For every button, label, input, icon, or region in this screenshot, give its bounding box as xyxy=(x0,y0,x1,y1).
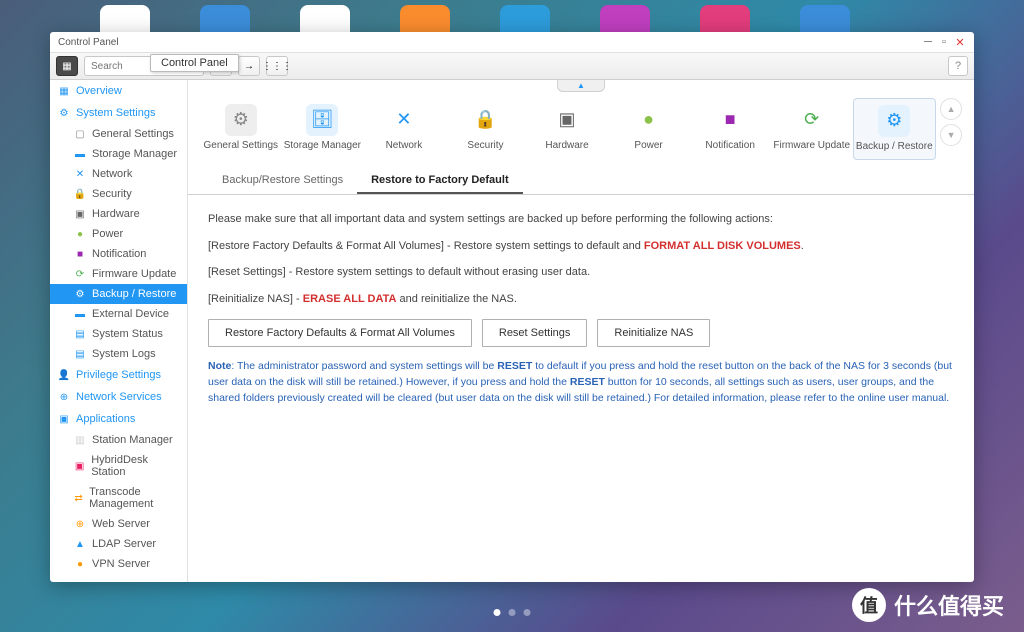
cat-security[interactable]: 🔒Security xyxy=(445,98,527,158)
cat-storage[interactable]: 🗄Storage Manager xyxy=(282,98,364,158)
window-title: Control Panel xyxy=(58,37,119,48)
backup-icon: ⚙ xyxy=(878,105,910,137)
grid-button[interactable]: ⋮⋮⋮ xyxy=(266,56,288,76)
globe-icon: ⊕ xyxy=(58,391,70,403)
reinitialize-desc: [Reinitialize NAS] - ERASE ALL DATA and … xyxy=(208,291,954,308)
sidebar: ▦Overview ⚙System Settings ▢General Sett… xyxy=(50,80,188,582)
sidebar-item-network[interactable]: ✕Network xyxy=(50,164,187,184)
reset-settings-button[interactable]: Reset Settings xyxy=(482,319,588,347)
watermark: 值 什么值得买 xyxy=(852,588,1004,622)
user-icon: 👤 xyxy=(58,369,70,381)
update-icon: ⟳ xyxy=(74,268,86,280)
sidebar-group-network-services[interactable]: ⊕Network Services xyxy=(50,386,187,408)
update-icon: ⟳ xyxy=(796,104,828,136)
tab-factory-default[interactable]: Restore to Factory Default xyxy=(357,168,523,194)
logs-icon: ▤ xyxy=(74,348,86,360)
scroll-down-button[interactable]: ▼ xyxy=(940,124,962,146)
restore-format-desc: [Restore Factory Defaults & Format All V… xyxy=(208,238,954,255)
sidebar-item-hardware[interactable]: ▣Hardware xyxy=(50,204,187,224)
cat-notification[interactable]: ■Notification xyxy=(689,98,771,158)
forward-button[interactable]: → xyxy=(238,56,260,76)
reset-settings-desc: [Reset Settings] - Restore system settin… xyxy=(208,264,954,281)
hardware-icon: ▣ xyxy=(551,104,583,136)
help-button[interactable]: ? xyxy=(948,56,968,76)
sidebar-item-station[interactable]: ▥Station Manager xyxy=(50,430,187,450)
notification-icon: ■ xyxy=(74,248,86,260)
sidebar-group-applications[interactable]: ▣Applications xyxy=(50,408,187,430)
hardware-icon: ▣ xyxy=(74,208,86,220)
sidebar-item-logs[interactable]: ▤System Logs xyxy=(50,344,187,364)
scroll-up-button[interactable]: ▲ xyxy=(940,98,962,120)
lock-icon: 🔒 xyxy=(74,188,86,200)
sidebar-item-transcode[interactable]: ⇄Transcode Management xyxy=(50,482,187,514)
note-text: Note: The administrator password and sys… xyxy=(208,359,954,406)
control-panel-window: Control Panel ─ ▫ ✕ Control Panel ▦ 🔍 ← … xyxy=(50,32,974,582)
tooltip: Control Panel xyxy=(150,54,239,72)
tab-backup-settings[interactable]: Backup/Restore Settings xyxy=(208,168,357,194)
category-row: ⚙General Settings 🗄Storage Manager ✕Netw… xyxy=(188,80,974,168)
storage-icon: ▬ xyxy=(74,148,86,160)
menu-button[interactable]: ▦ xyxy=(56,56,78,76)
watermark-logo: 值 xyxy=(852,588,886,622)
cat-firmware[interactable]: ⟳Firmware Update xyxy=(771,98,853,158)
maximize-icon[interactable]: ▫ xyxy=(938,36,950,48)
reinitialize-button[interactable]: Reinitialize NAS xyxy=(597,319,710,347)
device-icon: ▬ xyxy=(74,308,86,320)
sidebar-group-overview[interactable]: ▦Overview xyxy=(50,80,187,102)
web-icon: ⊕ xyxy=(74,518,86,530)
overview-icon: ▦ xyxy=(58,85,70,97)
storage-icon: 🗄 xyxy=(306,104,338,136)
sidebar-item-security[interactable]: 🔒Security xyxy=(50,184,187,204)
transcode-icon: ⇄ xyxy=(74,492,83,504)
sidebar-item-power[interactable]: ●Power xyxy=(50,224,187,244)
notification-icon: ■ xyxy=(714,104,746,136)
sidebar-item-storage[interactable]: ▬Storage Manager xyxy=(50,144,187,164)
cat-power[interactable]: ●Power xyxy=(608,98,690,158)
sidebar-item-hybriddesk[interactable]: ▣HybridDesk Station xyxy=(50,450,187,482)
hybrid-icon: ▣ xyxy=(74,460,85,472)
intro-text: Please make sure that all important data… xyxy=(208,211,954,228)
ldap-icon: ▲ xyxy=(74,538,86,550)
sidebar-item-ldap[interactable]: ▲LDAP Server xyxy=(50,534,187,554)
settings-icon: ▢ xyxy=(74,128,86,140)
gear-icon: ⚙ xyxy=(58,107,70,119)
sidebar-item-vpn[interactable]: ●VPN Server xyxy=(50,554,187,574)
power-icon: ● xyxy=(74,228,86,240)
cat-backup-restore[interactable]: ⚙Backup / Restore xyxy=(853,98,937,160)
cat-hardware[interactable]: ▣Hardware xyxy=(526,98,608,158)
station-icon: ▥ xyxy=(74,434,86,446)
apps-icon: ▣ xyxy=(58,413,70,425)
sidebar-group-privilege[interactable]: 👤Privilege Settings xyxy=(50,364,187,386)
close-icon[interactable]: ✕ xyxy=(954,36,966,48)
pager-dot[interactable] xyxy=(524,609,531,616)
sidebar-item-notification[interactable]: ■Notification xyxy=(50,244,187,264)
tab-bar: Backup/Restore Settings Restore to Facto… xyxy=(188,168,974,195)
network-icon: ✕ xyxy=(74,168,86,180)
titlebar: Control Panel ─ ▫ ✕ xyxy=(50,32,974,52)
sidebar-item-general[interactable]: ▢General Settings xyxy=(50,124,187,144)
power-icon: ● xyxy=(633,104,665,136)
sidebar-item-external[interactable]: ▬External Device xyxy=(50,304,187,324)
gear-icon: ⚙ xyxy=(225,104,257,136)
network-icon: ✕ xyxy=(388,104,420,136)
status-icon: ▤ xyxy=(74,328,86,340)
sidebar-item-firmware[interactable]: ⟳Firmware Update xyxy=(50,264,187,284)
sidebar-item-webserver[interactable]: ⊕Web Server xyxy=(50,514,187,534)
vpn-icon: ● xyxy=(74,558,86,570)
backup-icon: ⚙ xyxy=(74,288,86,300)
minimize-icon[interactable]: ─ xyxy=(922,36,934,48)
pager-dot[interactable] xyxy=(509,609,516,616)
pager-dot[interactable] xyxy=(494,609,501,616)
main-panel: ▲ ⚙General Settings 🗄Storage Manager ✕Ne… xyxy=(188,80,974,582)
lock-icon: 🔒 xyxy=(469,104,501,136)
pager xyxy=(494,609,531,616)
sidebar-item-status[interactable]: ▤System Status xyxy=(50,324,187,344)
restore-format-button[interactable]: Restore Factory Defaults & Format All Vo… xyxy=(208,319,472,347)
cat-general[interactable]: ⚙General Settings xyxy=(200,98,282,158)
cat-network[interactable]: ✕Network xyxy=(363,98,445,158)
sidebar-item-backup-restore[interactable]: ⚙Backup / Restore xyxy=(50,284,187,304)
sidebar-group-system[interactable]: ⚙System Settings xyxy=(50,102,187,124)
content-area: Please make sure that all important data… xyxy=(188,195,974,582)
